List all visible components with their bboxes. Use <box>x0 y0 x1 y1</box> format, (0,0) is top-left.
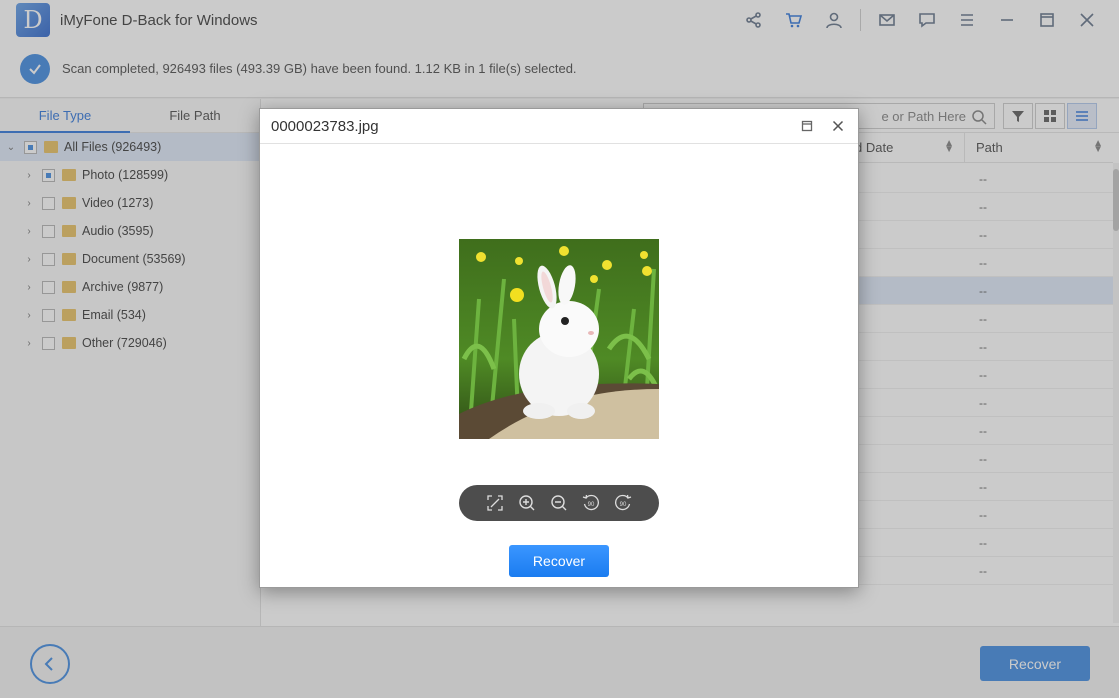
preview-dialog: 0000023783.jpg 90 90 Recover <box>259 108 859 588</box>
rotate-right-icon[interactable]: 90 <box>611 491 635 515</box>
zoom-in-icon[interactable] <box>515 491 539 515</box>
dialog-close-icon[interactable] <box>829 117 847 135</box>
dialog-restore-icon[interactable] <box>798 117 816 135</box>
preview-image <box>459 239 659 439</box>
rotate-right-label: 90 <box>620 502 627 508</box>
fullscreen-icon[interactable] <box>483 491 507 515</box>
dialog-header: 0000023783.jpg <box>260 109 858 144</box>
dialog-title: 0000023783.jpg <box>271 117 379 135</box>
dialog-recover-button[interactable]: Recover <box>509 545 609 577</box>
image-controls: 90 90 <box>459 485 659 521</box>
zoom-out-icon[interactable] <box>547 491 571 515</box>
rotate-left-label: 90 <box>588 502 595 508</box>
rotate-left-icon[interactable]: 90 <box>579 491 603 515</box>
